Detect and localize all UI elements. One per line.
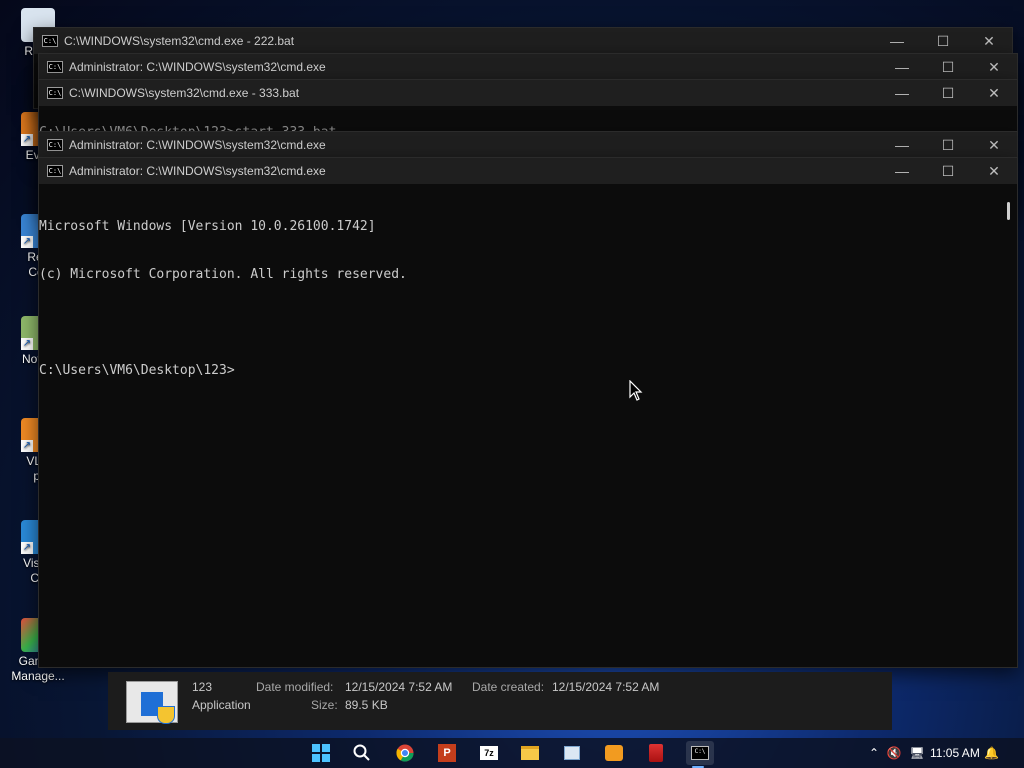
start-button[interactable] [309, 741, 333, 765]
7zip-button[interactable]: 7z [477, 741, 501, 765]
close-button[interactable]: ✕ [966, 33, 1012, 50]
java-button[interactable] [644, 741, 668, 765]
maximize-button[interactable]: ☐ [925, 137, 971, 154]
network-icon[interactable]: 🖥 [906, 746, 928, 760]
file-type: Application [192, 698, 251, 712]
minimize-button[interactable]: — [879, 59, 925, 75]
cmd-icon: C:\ [47, 139, 63, 151]
maximize-button[interactable]: ☐ [925, 85, 971, 102]
system-tray: ⌃ 🔇 🖥 11:05 AM 🔔 [866, 738, 1004, 768]
terminal-button[interactable]: C:\ [686, 741, 714, 768]
cmd-icon: C:\ [42, 35, 58, 47]
java-icon [649, 744, 663, 762]
desktop-icon-label: Manage... [11, 669, 65, 683]
cmd-icon: C:\ [47, 165, 63, 177]
file-explorer-button[interactable] [518, 741, 542, 765]
minimize-button[interactable]: — [879, 137, 925, 153]
cmd-window-admin-active[interactable]: C:\ Administrator: C:\WINDOWS\system32\c… [38, 157, 1018, 668]
7zip-icon: 7z [480, 746, 498, 760]
app-icon [564, 746, 580, 760]
cmd-icon: C:\ [47, 87, 63, 99]
minimize-button[interactable]: — [879, 163, 925, 179]
chrome-button[interactable] [393, 741, 417, 765]
notification-bell-icon[interactable]: 🔔 [980, 746, 1004, 760]
console-prompt: C:\Users\VM6\Desktop\123> [39, 363, 235, 378]
application-file-icon [126, 681, 178, 724]
window-title: C:\WINDOWS\system32\cmd.exe - 333.bat [69, 86, 300, 100]
media-player-icon [605, 745, 623, 761]
console-output[interactable]: Microsoft Windows [Version 10.0.26100.17… [39, 184, 1017, 411]
file-details-pane: 123 Application Date modified: 12/15/202… [108, 672, 892, 730]
start-icon [312, 744, 330, 762]
close-button[interactable]: ✕ [971, 59, 1017, 76]
media-player-button[interactable] [602, 741, 626, 765]
date-created-value: 12/15/2024 7:52 AM [552, 680, 660, 694]
date-modified-value: 12/15/2024 7:52 AM [345, 680, 453, 694]
size-value: 89.5 KB [345, 698, 388, 712]
console-line: (c) Microsoft Corporation. All rights re… [39, 267, 407, 282]
chevron-up-icon[interactable]: ⌃ [866, 746, 882, 760]
maximize-button[interactable]: ☐ [920, 33, 966, 50]
file-explorer-icon [521, 746, 539, 760]
powerpoint-button[interactable]: P [435, 741, 459, 765]
clock[interactable]: 11:05 AM [930, 746, 980, 760]
close-button[interactable]: ✕ [971, 85, 1017, 102]
chrome-icon [396, 744, 414, 762]
date-modified-label: Date modified: [256, 680, 334, 694]
terminal-icon: C:\ [691, 746, 709, 760]
close-button[interactable]: ✕ [971, 137, 1017, 154]
search-button[interactable] [350, 741, 374, 765]
window-title: Administrator: C:\WINDOWS\system32\cmd.e… [69, 164, 326, 178]
file-name: 123 [192, 680, 213, 694]
window-title: Administrator: C:\WINDOWS\system32\cmd.e… [69, 138, 326, 152]
maximize-button[interactable]: ☐ [925, 163, 971, 180]
window-titlebar[interactable]: C:\ Administrator: C:\WINDOWS\system32\c… [39, 132, 1017, 158]
close-button[interactable]: ✕ [971, 163, 1017, 180]
window-titlebar[interactable]: C:\ C:\WINDOWS\system32\cmd.exe - 222.ba… [34, 28, 1012, 54]
app-button[interactable] [560, 741, 584, 765]
volume-muted-icon[interactable]: 🔇 [882, 746, 906, 760]
scrollbar-thumb[interactable] [1007, 202, 1010, 220]
window-title: C:\WINDOWS\system32\cmd.exe - 222.bat [64, 34, 295, 48]
mouse-cursor-icon [629, 380, 643, 401]
search-icon [353, 744, 370, 761]
window-titlebar[interactable]: C:\ C:\WINDOWS\system32\cmd.exe - 333.ba… [39, 80, 1017, 106]
maximize-button[interactable]: ☐ [925, 59, 971, 76]
minimize-button[interactable]: — [879, 85, 925, 101]
console-line: Microsoft Windows [Version 10.0.26100.17… [39, 219, 376, 234]
size-label: Size: [311, 698, 338, 712]
powerpoint-icon: P [438, 744, 456, 762]
date-created-label: Date created: [472, 680, 545, 694]
window-title: Administrator: C:\WINDOWS\system32\cmd.e… [69, 60, 326, 74]
window-titlebar[interactable]: C:\ Administrator: C:\WINDOWS\system32\c… [39, 158, 1017, 184]
taskbar: P 7z C:\ ⌃ 🔇 🖥 11:05 AM 🔔 [0, 738, 1024, 768]
cmd-icon: C:\ [47, 61, 63, 73]
window-titlebar[interactable]: C:\ Administrator: C:\WINDOWS\system32\c… [39, 54, 1017, 80]
minimize-button[interactable]: — [874, 33, 920, 49]
